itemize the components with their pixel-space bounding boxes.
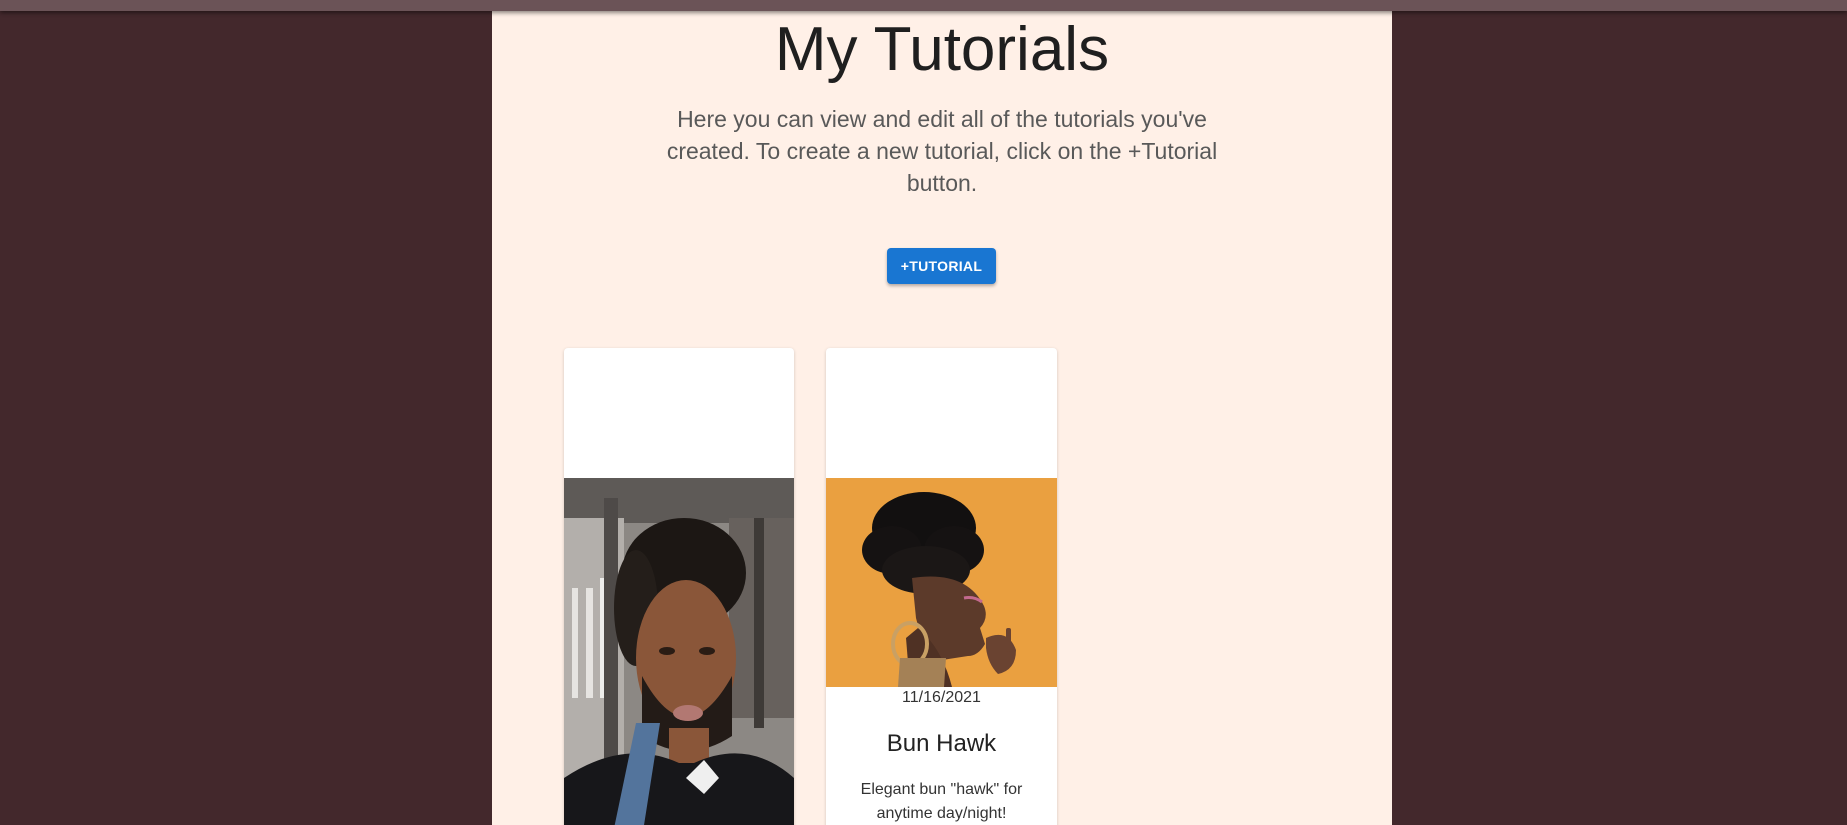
main-content: My Tutorials Here you can view and edit … [492, 11, 1392, 825]
add-tutorial-button[interactable]: +TUTORIAL [887, 248, 996, 284]
page-description: Here you can view and edit all of the tu… [666, 106, 1218, 196]
tutorial-card-image [826, 478, 1057, 687]
tutorial-description: Elegant bun "hawk" for anytime day/night… [860, 781, 1023, 822]
tutorial-date: 11/16/2021 [902, 689, 981, 706]
tutorial-card[interactable] [564, 348, 794, 825]
tutorial-title[interactable]: Bun Hawk [826, 730, 1057, 758]
tutorial-card[interactable]: 11/16/2021 Bun Hawk Elegant bun "hawk" f… [826, 348, 1057, 825]
top-app-bar [0, 0, 1847, 11]
page-title: My Tutorials [774, 15, 1110, 84]
man-photo [564, 478, 794, 825]
tutorial-card-image [564, 478, 794, 825]
woman-photo [826, 478, 1057, 687]
